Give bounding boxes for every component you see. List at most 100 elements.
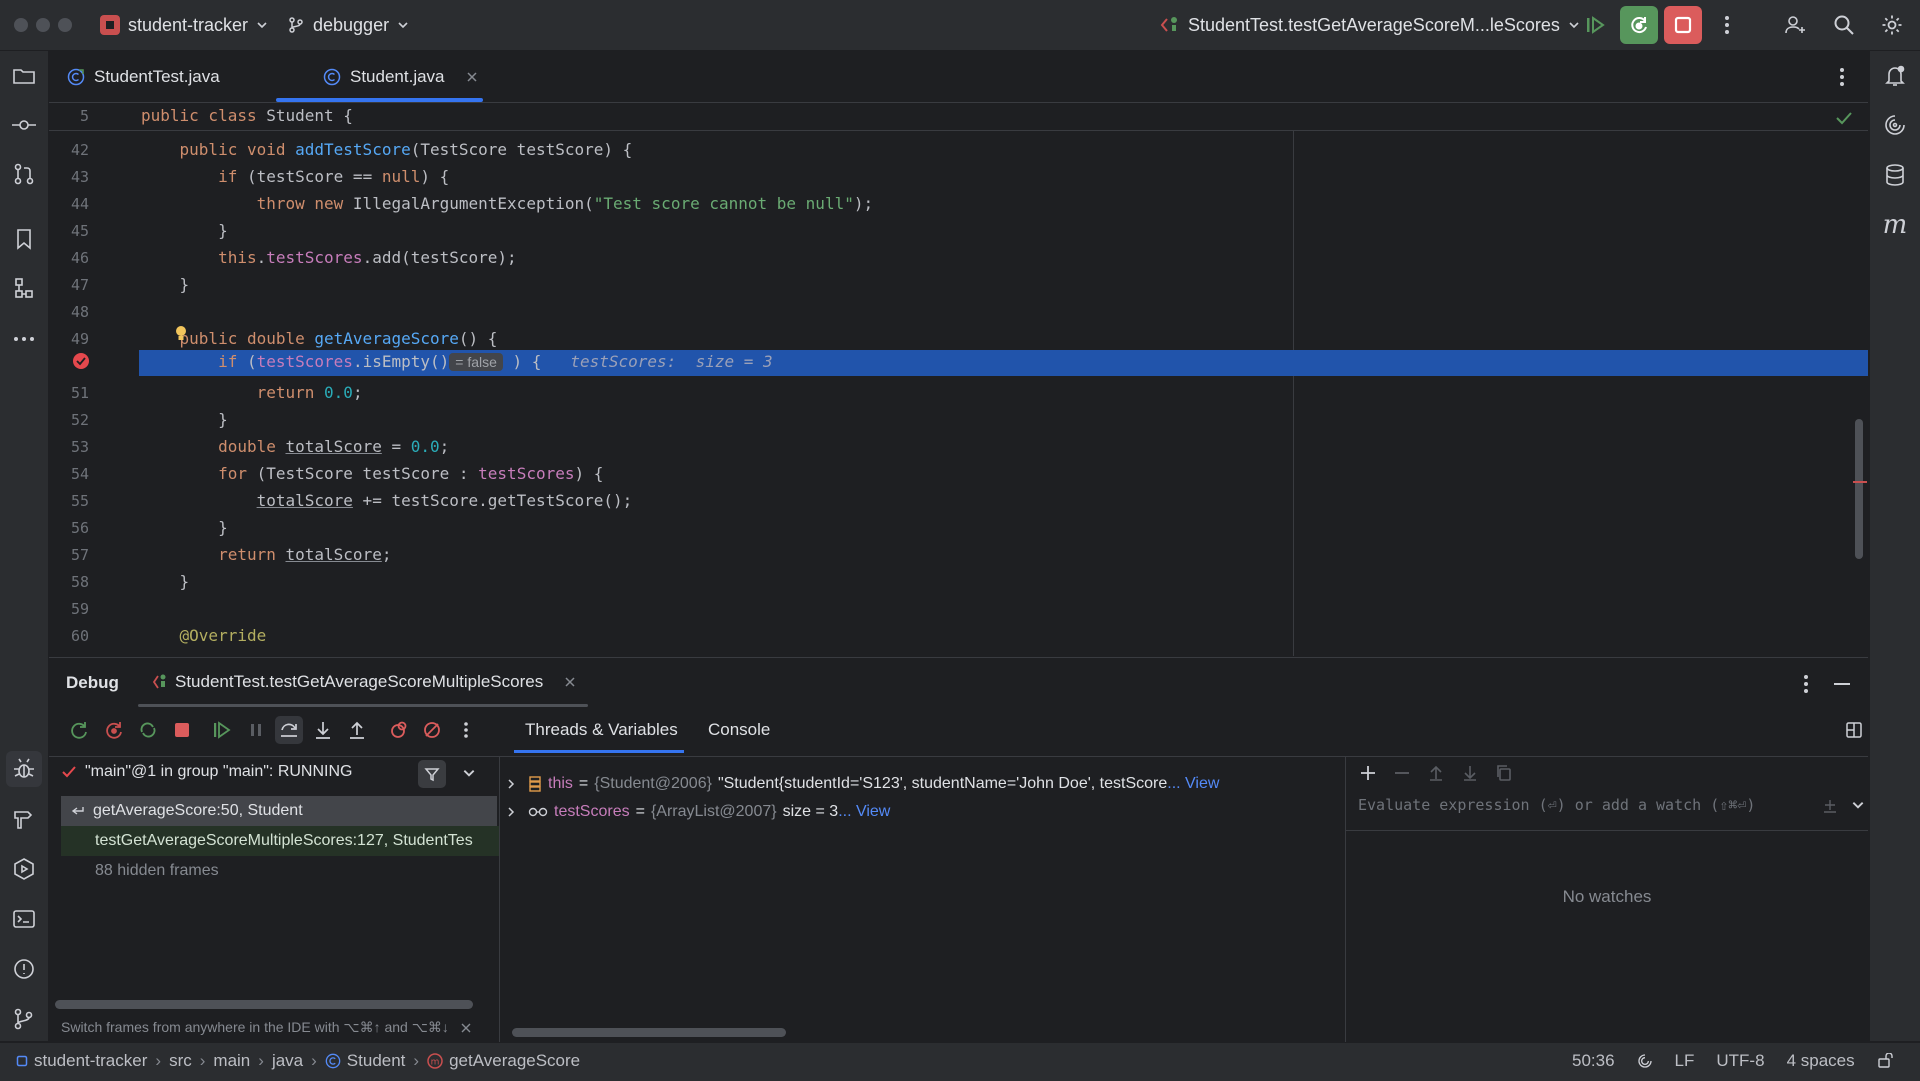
indent-setting[interactable]: 4 spaces xyxy=(1787,1051,1855,1071)
run-config-selector[interactable]: StudentTest.testGetAverageScoreM...leSco… xyxy=(1152,9,1588,41)
line-number: 52 xyxy=(70,411,89,429)
settings-gear-icon[interactable] xyxy=(1873,6,1911,44)
mute-breakpoints-icon[interactable] xyxy=(418,716,446,744)
debug-rerun-button[interactable] xyxy=(1620,6,1658,44)
debug-inline-value: testScores: size = 3 xyxy=(570,352,773,371)
stop-icon[interactable] xyxy=(168,716,196,744)
window-minimize-button[interactable] xyxy=(36,18,50,32)
sticky-scroll-line[interactable]: 5 public class Student { xyxy=(49,103,1868,131)
code-line: throw new IllegalArgumentException("Test… xyxy=(256,194,874,213)
more-actions-icon[interactable] xyxy=(1708,6,1746,44)
notifications-bell-icon[interactable] xyxy=(1877,58,1913,94)
terminal-icon[interactable] xyxy=(6,901,42,937)
close-session-icon[interactable] xyxy=(564,676,576,688)
read-only-toggle-icon[interactable] xyxy=(1877,1053,1893,1069)
intention-bulb-icon[interactable] xyxy=(174,325,188,343)
frame-item[interactable]: testGetAverageScoreMultipleScores:127, S… xyxy=(61,826,499,856)
copy-icon[interactable] xyxy=(1494,763,1514,783)
view-link[interactable]: ... View xyxy=(1167,775,1219,793)
tab-threads-variables[interactable]: Threads & Variables xyxy=(525,720,678,740)
chevron-right-icon[interactable] xyxy=(506,806,516,818)
layout-settings-icon[interactable] xyxy=(1845,721,1863,739)
tab-console[interactable]: Console xyxy=(708,720,770,740)
chevron-right-icon[interactable] xyxy=(506,778,516,790)
more-tools-icon[interactable] xyxy=(6,321,42,357)
build-hammer-icon[interactable] xyxy=(6,801,42,837)
line-separator[interactable]: LF xyxy=(1675,1051,1695,1071)
step-out-icon[interactable] xyxy=(343,716,371,744)
stop-button[interactable] xyxy=(1664,6,1702,44)
git-icon[interactable] xyxy=(6,1001,42,1037)
toggle-auto-test-icon[interactable] xyxy=(134,716,162,744)
add-watch-chevron-icon[interactable] xyxy=(1851,798,1865,812)
chevron-down-icon[interactable] xyxy=(462,766,476,780)
move-up-icon[interactable] xyxy=(1426,763,1446,783)
breadcrumb-java[interactable]: java xyxy=(272,1051,303,1071)
step-over-icon[interactable] xyxy=(275,716,303,744)
pause-icon[interactable] xyxy=(242,716,270,744)
problems-icon[interactable] xyxy=(6,951,42,987)
variables-scrollbar[interactable] xyxy=(512,1028,786,1037)
evaluate-expression-input[interactable]: Evaluate expression (⏎) or add a watch (… xyxy=(1346,784,1868,831)
hidden-frames-label[interactable]: 88 hidden frames xyxy=(61,856,219,886)
watch-glasses-icon xyxy=(528,806,548,818)
resume-run-button[interactable] xyxy=(1576,6,1614,44)
view-link[interactable]: ... View xyxy=(838,803,890,821)
window-zoom-button[interactable] xyxy=(58,18,72,32)
pull-requests-icon[interactable] xyxy=(6,156,42,192)
database-icon[interactable] xyxy=(1877,157,1913,193)
add-watch-icon[interactable] xyxy=(1358,763,1378,783)
rerun-failed-icon[interactable] xyxy=(100,716,128,744)
editor-scrollbar[interactable] xyxy=(1855,419,1863,559)
minimize-panel-icon[interactable] xyxy=(1834,683,1850,685)
frames-scrollbar[interactable] xyxy=(55,1000,473,1009)
project-folder-icon[interactable] xyxy=(6,58,42,94)
code-line: } xyxy=(141,410,228,429)
services-run-icon[interactable] xyxy=(6,851,42,887)
more-debug-actions-icon[interactable] xyxy=(452,716,480,744)
resume-program-icon[interactable] xyxy=(208,716,236,744)
breadcrumb-class[interactable]: Student xyxy=(325,1051,405,1071)
frame-current[interactable]: getAverageScore:50, Student xyxy=(61,796,497,826)
window-close-button[interactable] xyxy=(14,18,28,32)
code-editor[interactable]: 5 public class Student { 42 43 44 45 46 … xyxy=(49,103,1868,656)
tab-studenttest-java[interactable]: StudentTest.java xyxy=(67,51,220,102)
line-number: 56 xyxy=(70,519,89,537)
breadcrumb-main[interactable]: main xyxy=(213,1051,250,1071)
tab-options-icon[interactable] xyxy=(1839,67,1845,87)
breadcrumb-project[interactable]: student-tracker xyxy=(16,1051,147,1071)
structure-icon[interactable] xyxy=(6,270,42,306)
thread-selector[interactable]: "main"@1 in group "main": RUNNING xyxy=(61,763,352,781)
breadcrumb-src[interactable]: src xyxy=(169,1051,192,1071)
ai-status-icon[interactable] xyxy=(1637,1053,1653,1069)
view-breakpoints-icon[interactable] xyxy=(384,716,412,744)
caret-position[interactable]: 50:36 xyxy=(1572,1051,1615,1071)
step-into-icon[interactable] xyxy=(309,716,337,744)
remove-watch-icon[interactable] xyxy=(1392,763,1412,783)
close-hint-icon[interactable] xyxy=(461,1023,471,1033)
filter-frames-icon[interactable] xyxy=(418,760,446,788)
variable-row[interactable]: testScores = {ArrayList@2007} size = 3 .… xyxy=(506,797,890,827)
debug-options-icon[interactable] xyxy=(1803,674,1809,694)
breadcrumb-method[interactable]: m getAverageScore xyxy=(427,1051,580,1071)
file-encoding[interactable]: UTF-8 xyxy=(1716,1051,1764,1071)
add-watch-inline-icon[interactable] xyxy=(1822,798,1838,814)
move-down-icon[interactable] xyxy=(1460,763,1480,783)
variable-row[interactable]: this = {Student@2006} "Student{studentId… xyxy=(506,769,1219,799)
branch-selector[interactable]: debugger xyxy=(279,9,417,41)
commit-icon[interactable] xyxy=(6,107,42,143)
line-number: 5 xyxy=(79,107,89,125)
ai-assistant-icon[interactable] xyxy=(1877,107,1913,143)
bookmarks-icon[interactable] xyxy=(6,221,42,257)
breakpoint-icon[interactable] xyxy=(71,351,91,371)
add-user-icon[interactable] xyxy=(1776,6,1814,44)
debug-tool-icon[interactable] xyxy=(6,751,42,787)
project-selector[interactable]: student-tracker xyxy=(92,9,276,41)
session-name: StudentTest.testGetAverageScoreMultipleS… xyxy=(175,672,544,691)
maven-icon[interactable]: m xyxy=(1877,207,1913,243)
close-tab-icon[interactable] xyxy=(466,71,478,83)
debug-session-tab[interactable]: StudentTest.testGetAverageScoreMultipleS… xyxy=(152,672,576,692)
code-line: public void addTestScore(TestScore testS… xyxy=(179,140,633,159)
rerun-icon[interactable] xyxy=(65,716,93,744)
search-icon[interactable] xyxy=(1825,6,1863,44)
